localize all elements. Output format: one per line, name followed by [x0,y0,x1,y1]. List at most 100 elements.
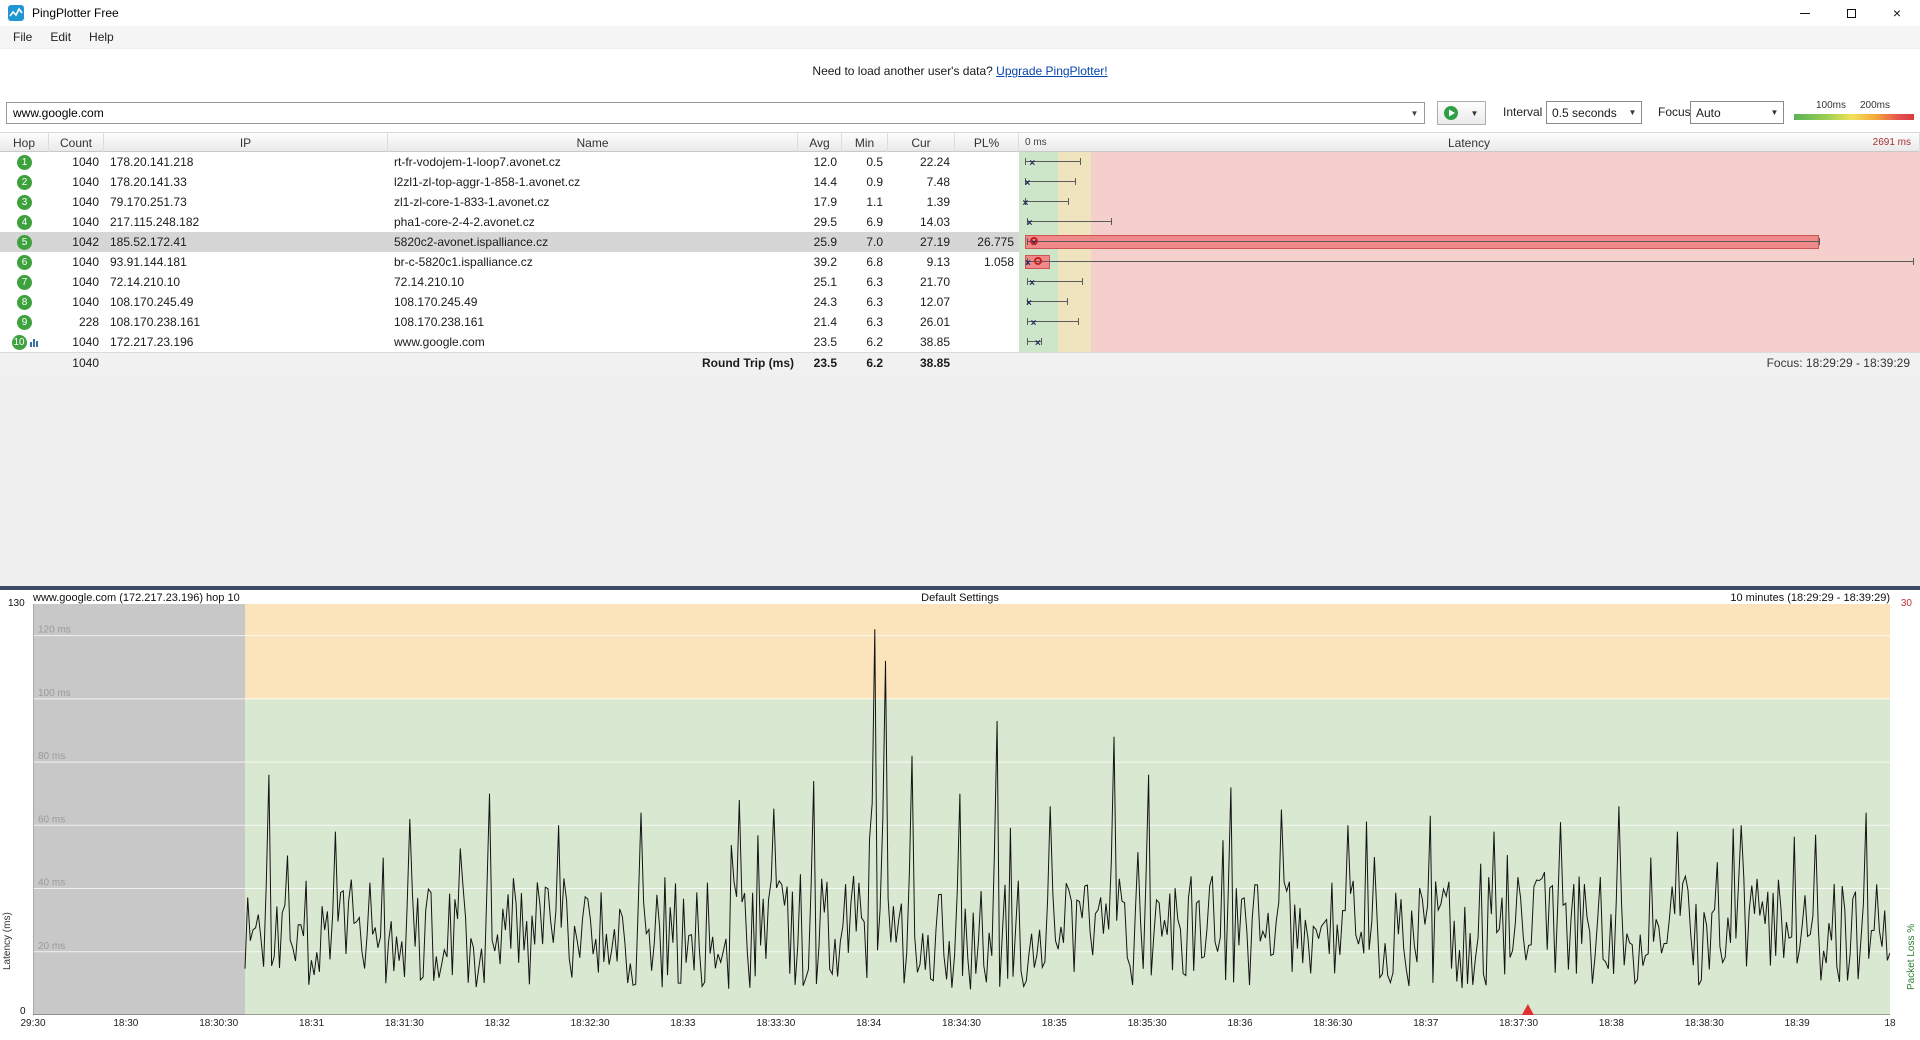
focus-label: Focus [1658,105,1691,119]
table-row[interactable]: 11040178.20.141.218rt-fr-vodojem-1-loop7… [0,152,1920,172]
packet-loss-cell [955,212,1019,232]
table-row[interactable]: 9228108.170.238.161108.170.238.16121.46.… [0,312,1920,332]
cur-cell: 26.01 [888,312,955,332]
chevron-down-icon: ▼ [1624,102,1641,123]
x-axis: 29:3018:3018:30:3018:3118:31:3018:3218:3… [0,1018,1920,1032]
maximize-icon [1847,9,1856,18]
x-tick-label: 18:39 [1785,1018,1810,1029]
range-max-tick [1067,298,1068,305]
table-row[interactable]: 21040178.20.141.33l2zl1-zl-top-aggr-1-85… [0,172,1920,192]
empty-pane [0,373,1920,586]
count-cell: 1042 [49,232,104,252]
hop-cell: 6 [0,252,49,272]
hostname-cell: 108.170.245.49 [388,292,798,312]
target-combo-arrow-icon[interactable]: ▼ [1406,104,1423,122]
table-row[interactable]: 6104093.91.144.181br-c-5820c1.ispallianc… [0,252,1920,272]
hop-number-badge: 10 [12,335,27,350]
hop-number-badge: 5 [17,235,32,250]
menu-edit[interactable]: Edit [41,27,80,47]
maximize-button[interactable] [1828,0,1874,26]
col-header-avg[interactable]: Avg [798,133,842,153]
packet-loss-cell [955,332,1019,352]
col-header-hop[interactable]: Hop [0,133,49,153]
minimize-icon [1800,13,1810,14]
summary-min: 6.2 [842,353,888,373]
table-row[interactable]: 41040217.115.248.182pha1-core-2-4-2.avon… [0,212,1920,232]
upgrade-notice: Need to load another user's data? Upgrad… [0,49,1920,100]
start-trace-button[interactable] [1437,101,1465,125]
current-marker-icon: × [1024,174,1030,192]
avg-cell: 29.5 [798,212,842,232]
range-min-tick [1027,338,1028,345]
range-line [1027,261,1913,262]
range-line [1027,221,1111,222]
menu-help[interactable]: Help [80,27,123,47]
hop-cell: 5 [0,232,49,252]
col-header-min[interactable]: Min [842,133,888,153]
upgrade-link[interactable]: Upgrade PingPlotter! [996,64,1107,78]
svg-text:40 ms: 40 ms [38,878,65,889]
col-header-count[interactable]: Count [49,133,104,153]
latency-timeline-chart[interactable]: 20 ms40 ms60 ms80 ms100 ms120 ms [33,604,1890,1015]
latency-whisker-cell: × [1019,172,1920,192]
table-rows: 11040178.20.141.218rt-fr-vodojem-1-loop7… [0,152,1920,352]
menu-file[interactable]: File [4,27,41,47]
table-header: Hop Count IP Name Avg Min Cur PL% 0 ms L… [0,132,1920,152]
interval-value: 0.5 seconds [1547,106,1624,120]
col-header-latency[interactable]: 0 ms Latency 2691 ms [1019,133,1920,153]
start-trace-dropdown[interactable]: ▼ [1464,101,1486,125]
count-cell: 1040 [49,272,104,292]
y-axis-max: 130 [8,598,25,609]
legend-gradient-bar [1794,114,1914,120]
pingplotter-window: PingPlotter Free × File Edit Help Need t… [0,0,1920,1040]
table-row[interactable]: 51042185.52.172.415820c2-avonet.ispallia… [0,232,1920,252]
interval-select[interactable]: 0.5 seconds ▼ [1546,101,1642,124]
graphed-hop-icon [30,337,38,347]
hop-cell: 3 [0,192,49,212]
col-header-cur[interactable]: Cur [888,133,955,153]
summary-cur: 38.85 [888,353,955,373]
packet-loss-cell [955,172,1019,192]
latency-whisker-cell: × [1019,312,1920,332]
x-tick-label: 18:32 [485,1018,510,1029]
range-max-tick [1913,258,1914,265]
table-row[interactable]: 81040108.170.245.49108.170.245.4924.36.3… [0,292,1920,312]
svg-text:80 ms: 80 ms [38,751,65,762]
target-input[interactable] [6,102,1425,124]
timeline-pane: www.google.com (172.217.23.196) hop 10 D… [0,590,1920,1040]
table-row[interactable]: 101040172.217.23.196www.google.com23.56.… [0,332,1920,352]
right-axis-title: Packet Loss % [1906,710,1917,990]
summary-avg: 23.5 [798,353,842,373]
hop-number-badge: 4 [17,215,32,230]
range-max-tick [1041,338,1042,345]
hop-cell: 7 [0,272,49,292]
cur-cell: 7.48 [888,172,955,192]
current-marker-icon: × [1029,154,1035,172]
col-header-ip[interactable]: IP [104,133,388,153]
table-row[interactable]: 3104079.170.251.73zl1-zl-core-1-833-1.av… [0,192,1920,212]
count-cell: 1040 [49,332,104,352]
target-combo: ▼ [6,102,1425,124]
cur-cell: 9.13 [888,252,955,272]
packet-loss-cell [955,312,1019,332]
count-cell: 1040 [49,152,104,172]
x-tick-label: 18:32:30 [571,1018,610,1029]
ip-cell: 185.52.172.41 [104,232,388,252]
legend-100ms-label: 100ms [1816,100,1846,111]
col-header-pl[interactable]: PL% [955,133,1019,153]
min-cell: 6.3 [842,312,888,332]
ip-cell: 217.115.248.182 [104,212,388,232]
x-tick-label: 18:36:30 [1313,1018,1352,1029]
hop-cell: 2 [0,172,49,192]
ip-cell: 108.170.245.49 [104,292,388,312]
focus-select[interactable]: Auto ▼ [1690,101,1784,124]
close-button[interactable]: × [1874,0,1920,26]
table-row[interactable]: 7104072.14.210.1072.14.210.1025.16.321.7… [0,272,1920,292]
svg-text:100 ms: 100 ms [38,688,71,699]
minimize-button[interactable] [1782,0,1828,26]
x-tick-label: 18:35 [1042,1018,1067,1029]
min-cell: 6.3 [842,272,888,292]
menu-bar: File Edit Help [0,26,1920,49]
col-header-name[interactable]: Name [388,133,798,153]
svg-text:60 ms: 60 ms [38,814,65,825]
